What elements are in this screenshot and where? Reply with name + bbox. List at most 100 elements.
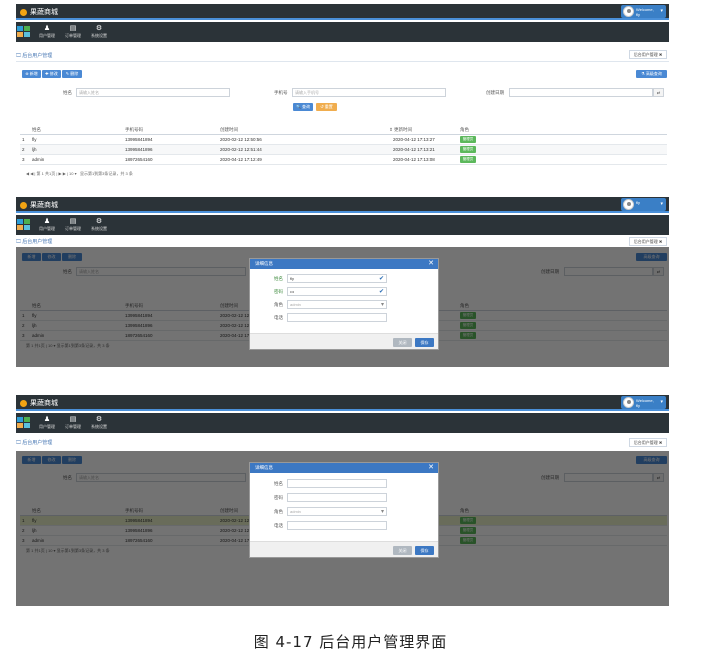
dialog-footer: 关闭 保存 [250, 333, 438, 349]
user-menu[interactable]: Welcome, fly ▾ [621, 5, 666, 18]
user-table: 姓名 手机号码 创建时间 ⇕ 更新时间 角色 1 fly 13995841894… [20, 125, 667, 165]
top-bar: 果蔬商城 Welcome, fly ▾ [16, 4, 669, 20]
chevron-down-icon: ▾ [660, 8, 663, 14]
close-button[interactable]: 关闭 [393, 338, 412, 347]
dialog-header: 详细信息 ✕ [250, 259, 438, 269]
first-page-button[interactable]: ◀ ◀ [26, 171, 33, 176]
dialog-name-value: fly [290, 276, 294, 281]
dialog-password-input[interactable]: ••• ✔ [287, 287, 387, 296]
dialog-password-input[interactable] [287, 493, 387, 502]
table-row[interactable]: 3 admin 18972654160 2020-04-12 17:12:49 … [20, 155, 667, 165]
delete-button[interactable]: ✎ 删除 [62, 70, 82, 78]
brand[interactable]: 果蔬商城 [20, 398, 58, 408]
reset-button[interactable]: ↺ 重置 [316, 103, 337, 111]
apps-grid-icon[interactable] [17, 219, 30, 230]
header-role[interactable]: 角色 [460, 127, 469, 133]
avatar [623, 397, 634, 408]
tab-user-management[interactable]: 后台用户管理 ✖ [629, 237, 667, 246]
brand[interactable]: 果蔬商城 [20, 7, 58, 17]
dialog-phone-input[interactable] [287, 313, 387, 322]
nav-order-management[interactable]: ▤ 订单管理 [61, 25, 85, 39]
pager: ◀ ◀ | 第 1 共1页 | ▶ ▶ | 10 ▾ 显示第1到第3条记录，共 … [26, 171, 133, 176]
add-button[interactable]: ⊕ 新增 [22, 70, 41, 78]
cell-phone: 18972654160 [125, 157, 153, 162]
nav-user-management[interactable]: ♟ 用户管理 [35, 416, 59, 430]
cogs-icon: ⚙ [95, 218, 103, 225]
phone-input[interactable]: 请输入手机号 [292, 88, 446, 97]
cogs-icon: ⚙ [95, 25, 103, 32]
next-page-button[interactable]: ▶ ▶ [59, 171, 66, 176]
nav-system-settings[interactable]: ⚙ 系统设置 [87, 416, 111, 430]
query-button[interactable]: 🔍 查询 [293, 103, 313, 111]
close-icon[interactable]: ✕ [428, 259, 434, 269]
cell-name: fly [32, 137, 37, 142]
advanced-search-button[interactable]: ⚗ 高级查询 [636, 70, 667, 78]
row-number: 1 [22, 137, 25, 142]
nav-user-management[interactable]: ♟ 用户管理 [35, 218, 59, 232]
dialog-name-label: 姓名 [274, 481, 283, 486]
tab-label: 后台用户管理 [633, 52, 658, 57]
header-name[interactable]: 姓名 [32, 127, 41, 133]
row-number: 2 [22, 147, 25, 152]
table-row[interactable]: 1 fly 13995841894 2020-02-12 12:50:56 20… [20, 135, 667, 145]
header-updated-text: 更新时间 [394, 127, 413, 132]
detail-dialog: 详细信息 ✕ 姓名 密码 角色 admin ▾ 电话 关闭 保存 [249, 462, 439, 558]
nav-order-management[interactable]: ▤ 订单管理 [61, 416, 85, 430]
cell-created: 2020-02-12 12:51:44 [220, 147, 262, 152]
header-phone[interactable]: 手机号码 [125, 127, 143, 133]
avatar [623, 6, 634, 17]
apps-grid-icon[interactable] [17, 26, 30, 37]
nav-label: 用户管理 [39, 226, 55, 231]
header-updated[interactable]: ⇕ 更新时间 [389, 127, 412, 133]
breadcrumb-text: 后台用户管理 [22, 440, 53, 446]
logo-icon [20, 399, 27, 407]
list-icon: ▤ [69, 218, 77, 225]
dialog-role-select[interactable]: admin ▾ [287, 300, 387, 309]
close-icon[interactable]: ✖ [659, 239, 662, 244]
close-icon[interactable]: ✕ [428, 463, 434, 473]
screenshot-add-dialog: 果蔬商城 Welcome, fly ▾ ♟ 用户管理 ▤ 订单管理 ⚙ 系统设置 🖵 后台… [16, 395, 669, 606]
dialog-phone-input[interactable] [287, 521, 387, 530]
dialog-name-input[interactable]: fly ✔ [287, 274, 387, 283]
page-input[interactable]: 1 [42, 171, 44, 176]
dialog-password-label: 密码 [274, 495, 283, 500]
list-icon: ▤ [69, 25, 77, 32]
tab-user-management[interactable]: 后台用户管理 ✖ [629, 50, 667, 59]
nav-system-settings[interactable]: ⚙ 系统设置 [87, 25, 111, 39]
page-size-select[interactable]: 10 [69, 171, 73, 176]
brand[interactable]: 果蔬商城 [20, 200, 58, 210]
header-created[interactable]: 创建时间 [220, 127, 238, 133]
calendar-button[interactable]: ⇄ [653, 88, 664, 97]
save-button[interactable]: 保存 [415, 546, 434, 555]
dialog-role-label: 角色 [274, 302, 283, 307]
check-icon: ✔ [378, 276, 384, 282]
tab-user-management[interactable]: 后台用户管理 ✖ [629, 438, 667, 447]
dialog-role-select[interactable]: admin ▾ [287, 507, 387, 516]
dialog-name-input[interactable] [287, 479, 387, 488]
table-row[interactable]: 2 ljh 13995841896 2020-02-12 12:51:44 20… [20, 145, 667, 155]
user-menu[interactable]: fly ▾ [621, 198, 666, 211]
nav-system-settings[interactable]: ⚙ 系统设置 [87, 218, 111, 232]
dialog-phone-label: 电话 [274, 523, 283, 528]
apps-grid-icon[interactable] [17, 417, 30, 428]
dialog-password-label: 密码 [274, 289, 283, 294]
close-icon[interactable]: ✖ [659, 52, 662, 57]
name-input[interactable]: 请输入姓名 [76, 88, 230, 97]
logo-icon [20, 201, 27, 209]
date-input[interactable] [509, 88, 653, 97]
close-icon[interactable]: ✖ [659, 440, 662, 445]
dialog-role-label: 角色 [274, 509, 283, 514]
name-label: 姓名 [63, 90, 72, 95]
user-menu[interactable]: Welcome, fly ▾ [621, 396, 666, 409]
edit-button[interactable]: ✚ 修改 [42, 70, 61, 78]
brand-title: 果蔬商城 [30, 9, 58, 16]
cell-name: admin [32, 157, 45, 162]
nav-label: 系统设置 [91, 424, 107, 429]
nav-user-management[interactable]: ♟ 用户管理 [35, 25, 59, 39]
save-button[interactable]: 保存 [415, 338, 434, 347]
chevron-down-icon: ▾ [380, 509, 384, 515]
close-button[interactable]: 关闭 [393, 546, 412, 555]
nav-label: 系统设置 [91, 33, 107, 38]
role-badge: 管理员 [460, 136, 476, 143]
nav-order-management[interactable]: ▤ 订单管理 [61, 218, 85, 232]
